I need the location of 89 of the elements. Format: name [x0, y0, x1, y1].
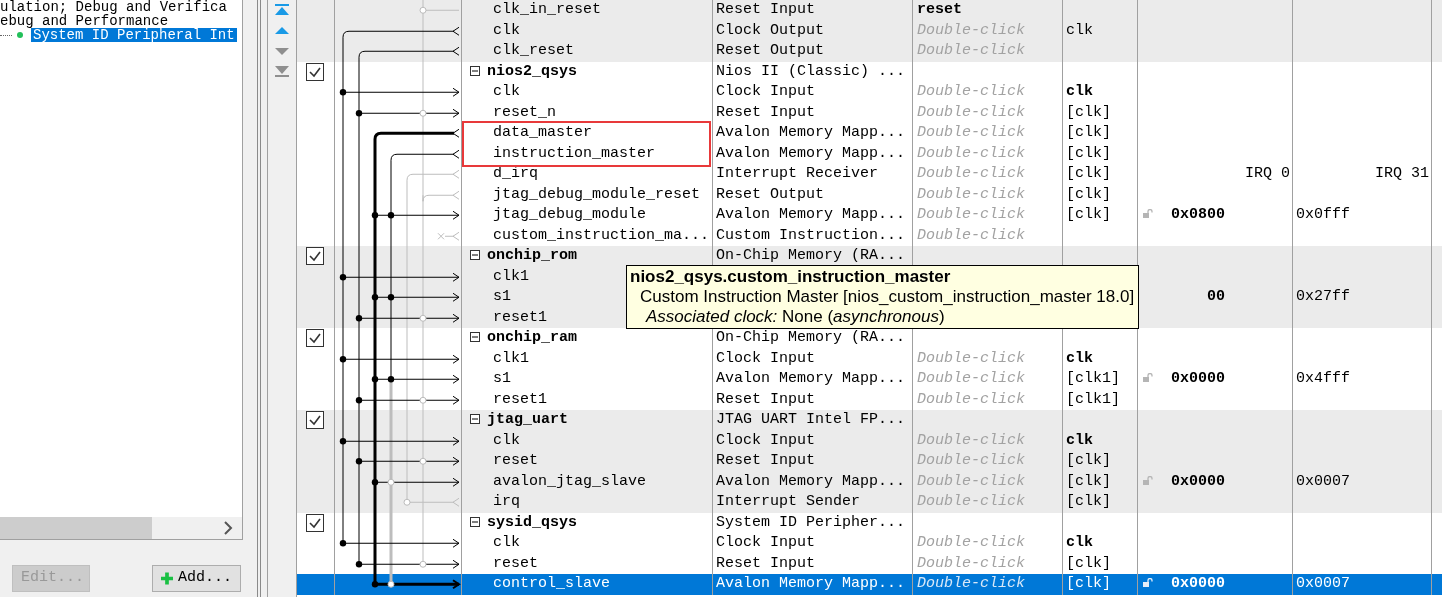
interface-type: Clock Input — [716, 534, 816, 551]
clock-name: clk — [1066, 21, 1093, 39]
end-address: 0x0fff — [1296, 206, 1350, 223]
module-name: onchip_ram — [487, 329, 577, 346]
interface-name: s1 — [493, 370, 511, 387]
clock-name: clk — [1066, 534, 1093, 551]
interface-name: clk — [493, 21, 520, 39]
clock-name: [clk1] — [1066, 370, 1120, 387]
module-name: nios2_qsys — [487, 62, 577, 80]
interface-name: clk1 — [493, 267, 529, 285]
base-address: 0x0000 — [1170, 471, 1225, 492]
module-description: JTAG UART Intel FP... — [716, 411, 906, 428]
interface-name: d_irq — [493, 165, 538, 182]
interface-name: clk1 — [493, 349, 529, 367]
module-name: sysid_qsys — [487, 513, 577, 531]
base-address: 0x0800 — [1170, 205, 1225, 225]
interface-name: reset1 — [493, 308, 547, 326]
interface-name: reset — [493, 452, 538, 469]
interface-type: Reset Input — [716, 1, 816, 18]
interface-type: Reset Input — [716, 554, 816, 572]
interface-name: avalon_jtag_slave — [493, 472, 647, 490]
clock-name: [clk1] — [1066, 390, 1120, 408]
clock-name: clk — [1066, 431, 1093, 449]
clock-name: [clk] — [1066, 103, 1111, 121]
interface-type: Clock Input — [716, 431, 816, 449]
interface-name: data_master — [493, 124, 593, 141]
clock-name: [clk] — [1066, 206, 1111, 223]
tooltip-text: Associated clock: None (asynchronous) — [644, 307, 946, 327]
end-address: 0x27ff — [1296, 288, 1350, 305]
clock-name: [clk] — [1066, 124, 1111, 141]
base-address: 0x0000 — [1170, 574, 1225, 594]
interface-type: Avalon Memory Mapp... — [716, 370, 906, 387]
tooltip-title: nios2_qsys.custom_instruction_master — [630, 267, 952, 287]
module-name: onchip_rom — [487, 247, 577, 264]
module-description: On-Chip Memory (RA... — [716, 247, 906, 264]
interface-name: jtag_debug_module_reset — [493, 185, 701, 203]
interface-type: Reset Input — [716, 103, 816, 121]
irq-label: IRQ 0 — [1245, 165, 1290, 182]
interface-name: clk_in_reset — [493, 1, 602, 18]
interface-name: reset1 — [493, 390, 547, 408]
tooltip-text: Custom Instruction Master [nios_custom_instruction_master 18.0] — [639, 287, 1135, 307]
interface-name: reset_n — [493, 103, 556, 121]
interface-name: jtag_debug_module — [493, 206, 647, 223]
irq-label: IRQ 31 — [1375, 165, 1429, 182]
interface-type: Avalon Memory Mapp... — [716, 206, 906, 223]
interface-name: reset — [493, 554, 538, 572]
interface-name: s1 — [493, 288, 511, 305]
interface-name: clk_reset — [493, 42, 574, 59]
interface-type: Reset Output — [716, 185, 825, 203]
clock-name: [clk] — [1066, 472, 1111, 490]
base-address: 0x0000 — [1170, 369, 1225, 389]
module-description: System ID Peripher... — [716, 513, 906, 531]
clock-name: [clk] — [1066, 165, 1111, 182]
interface-type: Clock Input — [716, 349, 816, 367]
export-name: reset — [917, 1, 962, 18]
interface-type: Interrupt Sender — [716, 493, 861, 510]
clock-name: [clk] — [1066, 185, 1111, 203]
interface-type: Reset Input — [716, 390, 816, 408]
end-address: 0x0007 — [1296, 575, 1350, 592]
interface-type: Avalon Memory Mapp... — [716, 144, 906, 162]
base-address: 00 — [1206, 287, 1225, 307]
interface-type: Reset Input — [716, 452, 816, 469]
interface-type: Interrupt Receiver — [716, 165, 879, 182]
interface-name: clk — [493, 431, 520, 449]
clock-name: clk — [1066, 83, 1093, 100]
clock-name: [clk] — [1066, 575, 1111, 592]
interface-type: Reset Output — [716, 42, 825, 59]
module-description: On-Chip Memory (RA... — [716, 329, 906, 346]
clock-name: [clk] — [1066, 554, 1111, 572]
interface-type: Avalon Memory Mapp... — [716, 575, 906, 592]
interface-type: Clock Output — [716, 21, 825, 39]
interface-type: Custom Instruction... — [716, 226, 906, 244]
interface-name: instruction_master — [493, 144, 656, 162]
interface-name: control_slave — [493, 575, 611, 592]
interface-type: Avalon Memory Mapp... — [716, 124, 906, 141]
clock-name: [clk] — [1066, 493, 1111, 510]
module-name: jtag_uart — [487, 411, 568, 428]
interface-name: clk — [493, 534, 520, 551]
clock-name: clk — [1066, 349, 1093, 367]
interface-name: irq — [493, 493, 520, 510]
end-address: 0x0007 — [1296, 472, 1350, 490]
interface-type: Avalon Memory Mapp... — [716, 472, 906, 490]
interface-name: custom_instruction_ma... — [493, 226, 710, 244]
clock-name: [clk] — [1066, 452, 1111, 469]
clock-name: [clk] — [1066, 144, 1111, 162]
interface-name: clk — [493, 83, 520, 100]
interface-type: Clock Input — [716, 83, 816, 100]
module-description: Nios II (Classic) ... — [716, 62, 906, 80]
end-address: 0x4fff — [1296, 370, 1350, 387]
